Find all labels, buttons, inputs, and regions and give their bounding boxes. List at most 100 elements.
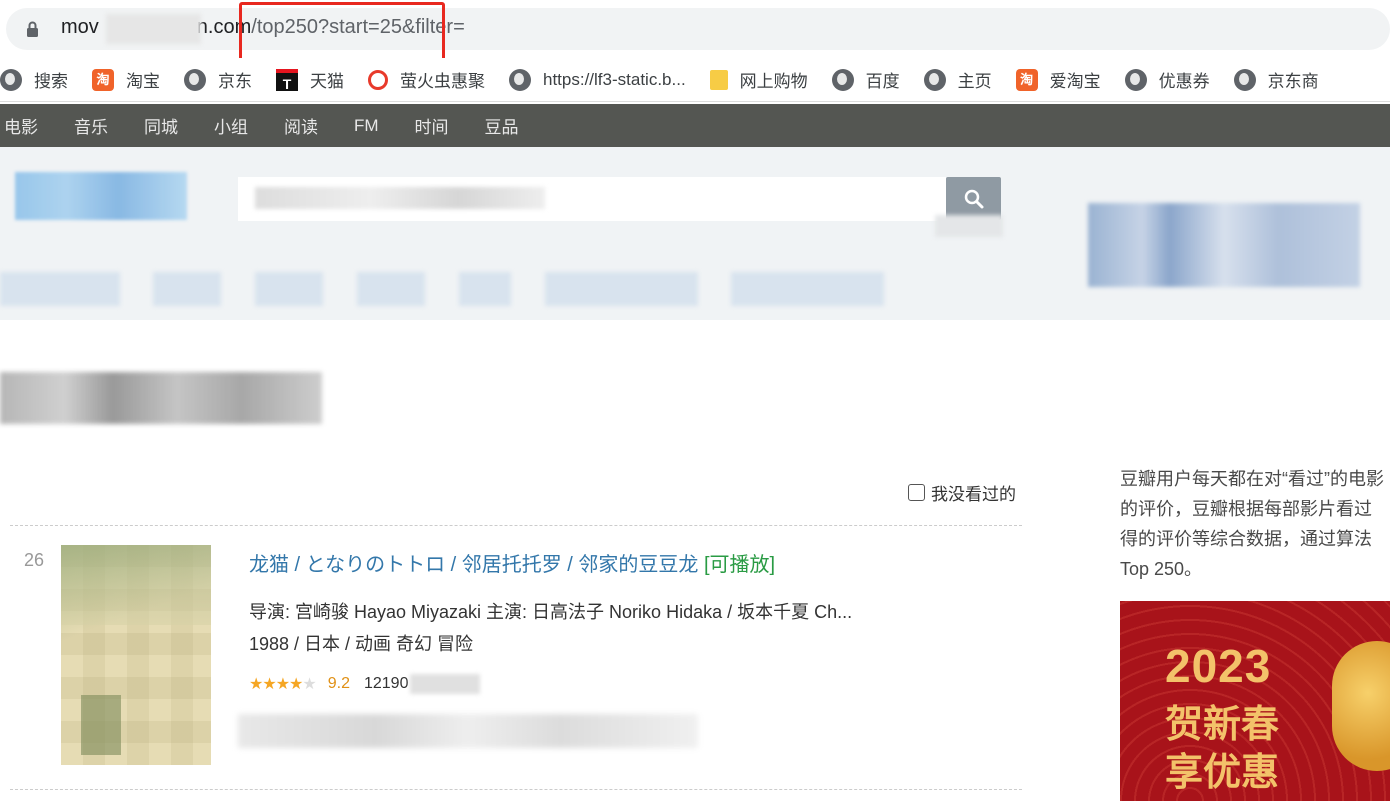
unwatched-filter[interactable]: 我没看过的	[908, 480, 1016, 505]
lock-icon[interactable]	[26, 21, 39, 37]
movie-header	[0, 147, 1390, 320]
movie-title-alt[interactable]: / となりのトトロ	[289, 554, 446, 576]
subnav-item-redacted[interactable]	[357, 272, 425, 306]
movie-quote-redacted	[238, 714, 698, 748]
bookmark-tmall[interactable]: T 天猫	[276, 67, 344, 92]
globe-icon	[831, 68, 854, 91]
bookmark-lf3-static[interactable]: https://lf3-static.b...	[509, 68, 686, 91]
rating-stars: ★★★★★	[249, 676, 317, 693]
globe-icon	[184, 68, 206, 91]
highlight-box	[239, 2, 445, 63]
nav-local[interactable]: 同城	[144, 113, 178, 138]
movie-credits: 导演: 宫崎骏 Hayao Miyazaki 主演: 日高法子 Noriko H…	[249, 602, 853, 622]
bookmark-search[interactable]: 搜索	[0, 67, 68, 92]
bookmark-baidu[interactable]: 百度	[831, 67, 900, 92]
subnav-item-redacted[interactable]	[153, 272, 221, 306]
bookmark-label: 天猫	[310, 72, 344, 91]
movie-rating: ★★★★★ 9.2 12190	[249, 674, 481, 694]
rating-score: 9.2	[327, 675, 350, 692]
bookmark-label: 淘宝	[126, 72, 160, 91]
globe-icon	[0, 68, 22, 91]
ring-icon	[368, 69, 388, 90]
subnav-item-redacted[interactable]	[0, 272, 120, 306]
address-bar[interactable]: mov n.com/top250?start=25&filter=	[6, 8, 1390, 50]
globe-icon	[509, 68, 531, 91]
search-placeholder-redacted	[255, 187, 545, 209]
bookmark-label: https://lf3-static.b...	[543, 69, 686, 89]
poster-art	[81, 695, 121, 755]
banner-year: 2023	[1165, 640, 1272, 692]
sidebar-line: Top 250。	[1120, 559, 1203, 579]
rating-votes: 12190	[363, 675, 409, 692]
banner-line: 贺新春	[1165, 704, 1280, 746]
bookmark-label: 京东商	[1267, 72, 1319, 91]
votes-redacted	[410, 674, 481, 694]
movie-info: 导演: 宫崎骏 Hayao Miyazaki 主演: 日高法子 Noriko H…	[249, 596, 852, 660]
taobao-icon: 淘	[1015, 68, 1038, 91]
subnav-item-redacted[interactable]	[731, 272, 884, 306]
bookmark-taobao[interactable]: 淘淘宝	[92, 67, 160, 92]
bookmark-label: 主页	[957, 72, 992, 91]
banner-line: 享优惠	[1165, 752, 1280, 794]
header-ad-redacted	[1088, 203, 1360, 287]
bookmark-label: 百度	[865, 72, 900, 91]
site-top-nav: 电影 音乐 同城 小组 阅读 FM 时间 豆品	[0, 104, 1390, 147]
sidebar-line: 的评价，豆瓣根据每部影片看过	[1120, 499, 1372, 519]
globe-icon	[1124, 68, 1147, 91]
bookmark-jd-mall[interactable]: 京东商	[1233, 67, 1319, 92]
bookmarks-bar: 搜索 淘淘宝 京东 T 天猫 萤火虫惠聚 https://lf3-static.b…	[0, 58, 1390, 102]
sidebar-line: 豆瓣用户每天都在对“看过”的电影	[1120, 469, 1384, 489]
site-logo-redacted[interactable]	[15, 172, 187, 220]
unwatched-label: 我没看过的	[931, 485, 1016, 504]
bookmark-folder-shopping[interactable]: 网上购物	[709, 67, 808, 92]
folder-icon	[709, 69, 728, 90]
subnav-item-redacted[interactable]	[545, 272, 698, 306]
nav-music[interactable]: 音乐	[74, 113, 108, 138]
nav-time[interactable]: 时间	[415, 113, 449, 138]
movie-poster[interactable]	[61, 545, 211, 765]
movie-title-other[interactable]: / 邻居托托罗 / 邻家的豆豆龙	[445, 554, 699, 576]
divider	[10, 789, 1022, 790]
movie-title-line: 龙猫 / となりのトトロ / 邻居托托罗 / 邻家的豆豆龙 [可播放]	[249, 548, 775, 577]
subnav-item-redacted[interactable]	[255, 272, 323, 306]
bookmark-jd[interactable]: 京东	[184, 67, 252, 92]
bookmark-home[interactable]: 主页	[923, 67, 992, 92]
nav-market[interactable]: 豆品	[485, 113, 519, 138]
divider	[10, 525, 1022, 526]
movie-rank: 26	[24, 550, 45, 570]
nav-group[interactable]: 小组	[214, 113, 248, 138]
playable-tag: [可播放]	[703, 554, 776, 576]
bookmark-coupons[interactable]: 优惠券	[1124, 67, 1210, 92]
search-button[interactable]	[946, 177, 1001, 220]
bookmark-label: 搜索	[34, 72, 68, 91]
bookmark-label: 萤火虫惠聚	[400, 72, 485, 91]
page-title-redacted	[0, 372, 322, 424]
nav-movie[interactable]: 电影	[4, 113, 38, 138]
movie-title[interactable]: 龙猫	[249, 554, 289, 576]
bookmark-label: 网上购物	[739, 72, 808, 91]
search-icon	[964, 189, 983, 208]
sidebar-description: 豆瓣用户每天都在对“看过”的电影 的评价，豆瓣根据每部影片看过 得的评价等综合数…	[1120, 464, 1390, 584]
globe-icon	[923, 68, 946, 91]
nav-fm[interactable]: FM	[354, 116, 379, 136]
poster-art	[61, 545, 211, 625]
sidebar-line: 得的评价等综合数据，通过算法	[1120, 529, 1372, 549]
bookmark-label: 优惠券	[1158, 72, 1210, 91]
promo-banner[interactable]: 2023 贺新春 享优惠	[1120, 601, 1390, 801]
search-redaction	[935, 215, 1003, 237]
url-prefix: mov	[61, 16, 99, 38]
tmall-icon: T	[276, 68, 298, 92]
bookmark-yinghuochong[interactable]: 萤火虫惠聚	[368, 67, 485, 92]
nav-read[interactable]: 阅读	[284, 113, 318, 138]
unwatched-checkbox[interactable]	[908, 484, 925, 501]
movie-meta: 1988 / 日本 / 动画 奇幻 冒险	[249, 634, 474, 654]
globe-icon	[1233, 68, 1256, 91]
bookmark-aitaobao[interactable]: 淘爱淘宝	[1015, 67, 1101, 92]
bookmark-label: 京东	[218, 72, 252, 91]
subnav-item-redacted[interactable]	[459, 272, 511, 306]
bookmark-label: 爱淘宝	[1049, 72, 1101, 91]
taobao-icon: 淘	[92, 68, 114, 91]
address-bar-area: mov n.com/top250?start=25&filter=	[0, 0, 1390, 63]
url-redaction	[106, 14, 201, 44]
tiger-illustration	[1332, 641, 1390, 771]
